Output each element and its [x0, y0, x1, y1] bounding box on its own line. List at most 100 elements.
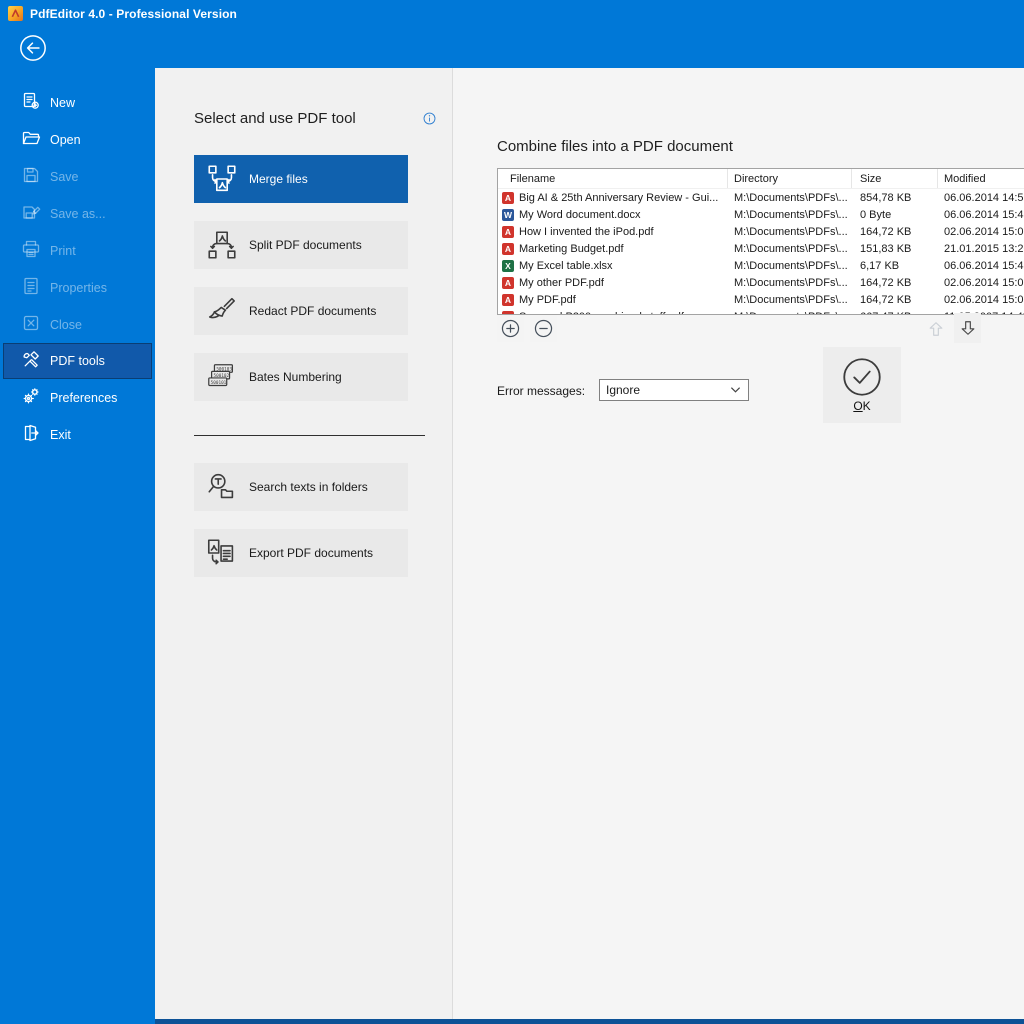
back-button[interactable]: [19, 34, 47, 62]
save-icon: [21, 165, 41, 188]
pdf-file-icon: A: [502, 191, 514, 204]
file-row-my-other-pdf-pdf[interactable]: A My other PDF.pdf M:\Documents\PDFs\... 16…: [498, 274, 1024, 291]
tools-panel-header: Select and use PDF tool: [194, 110, 437, 127]
file-row-scanned-p300-combined-stuff-pdf[interactable]: AScanned P300 combined stuff.pdfM:\Docum…: [498, 308, 1024, 314]
tool-label: Export PDF documents: [249, 546, 374, 560]
move-up-button[interactable]: [923, 315, 949, 342]
cell-directory: M:\Documents\PDFs\...: [734, 293, 848, 306]
pdfeditor-window: PdfEditor 4.0 - Professional Version New…: [0, 0, 1024, 1024]
search-icon: [205, 470, 239, 504]
minus-circle-icon: [534, 319, 553, 338]
move-down-button[interactable]: [954, 313, 981, 343]
cell-modified: 06.06.2014 15:42:: [944, 259, 1024, 272]
cell-modified: 21.01.2015 13:20:: [944, 242, 1024, 255]
sidebar-item-label: Exit: [50, 427, 71, 442]
pdf-file-icon: A: [502, 242, 514, 255]
file-row-my-word-document-docx[interactable]: W My Word document.docx M:\Documents\PDFs\…: [498, 206, 1024, 223]
info-icon[interactable]: [422, 111, 437, 126]
merge-files-panel: Combine files into a PDF document Filena…: [452, 68, 1024, 1019]
sidebar-item-pdf-tools[interactable]: PDF tools: [3, 343, 152, 379]
pdf-tools-icon: [21, 350, 41, 373]
save-as-icon: [21, 202, 41, 225]
merge-icon: [205, 162, 239, 196]
sidebar-item-print[interactable]: Print: [3, 232, 152, 269]
svg-text:500101: 500101: [211, 380, 227, 386]
file-row-how-i-invented-the-ipod-pdf[interactable]: A How I invented the iPod.pdf M:\Documents…: [498, 223, 1024, 240]
cell-filename: X My Excel table.xlsx: [498, 259, 728, 272]
exit-icon: [21, 423, 41, 446]
tool-split-pdf-documents[interactable]: Split PDF documents: [194, 221, 408, 269]
sidebar-item-open[interactable]: Open: [3, 121, 152, 158]
error-messages-label: Error messages:: [497, 384, 586, 398]
column-header-directory[interactable]: Directory: [728, 169, 852, 188]
filename-text: My other PDF.pdf: [519, 276, 604, 289]
tool-search-texts-in-folders[interactable]: Search texts in folders: [194, 463, 408, 511]
sidebar-item-label: New: [50, 95, 76, 110]
tool-label: Bates Numbering: [249, 370, 342, 384]
cell-directory: M:\Documents\PDFs\...: [734, 259, 848, 272]
file-table-header: Filename Directory Size Modified: [498, 169, 1024, 189]
tool-list-secondary: Search texts in folders Export PDF docume…: [194, 463, 452, 577]
tool-bates-numbering[interactable]: 500103 500102 500101 Bates Numbering: [194, 353, 408, 401]
column-header-size[interactable]: Size: [852, 169, 938, 188]
sidebar-item-exit[interactable]: Exit: [3, 416, 152, 453]
cell-directory: M:\Documents\PDFs\...: [734, 242, 848, 255]
file-row-my-pdf-pdf[interactable]: A My PDF.pdf M:\Documents\PDFs\... 164,72 K…: [498, 291, 1024, 308]
export-icon: [205, 536, 239, 570]
filename-text: How I invented the iPod.pdf: [519, 225, 654, 238]
tool-redact-pdf-documents[interactable]: Redact PDF documents: [194, 287, 408, 335]
file-row-my-excel-table-xlsx[interactable]: X My Excel table.xlsx M:\Documents\PDFs\..…: [498, 257, 1024, 274]
cell-size: 6,17 KB: [860, 259, 900, 272]
sidebar-item-preferences[interactable]: Preferences: [3, 379, 152, 416]
cell-modified: 06.06.2014 15:41:: [944, 208, 1024, 221]
sidebar-item-close[interactable]: Close: [3, 306, 152, 343]
cell-size: 0 Byte: [860, 208, 892, 221]
filename-text: Big AI & 25th Anniversary Review - Gui..…: [519, 191, 719, 204]
pdf-app-logo-icon: [8, 6, 23, 21]
tool-label: Redact PDF documents: [249, 304, 377, 318]
open-icon: [21, 128, 41, 151]
sidebar-item-save-as[interactable]: Save as...: [3, 195, 152, 232]
filename-text: Marketing Budget.pdf: [519, 242, 624, 255]
file-row-big-ai-25th-anniversary-review-gui[interactable]: A Big AI & 25th Anniversary Review - Gui.…: [498, 189, 1024, 206]
pdf-file-icon: A: [502, 293, 514, 306]
close-icon: [21, 313, 41, 336]
sidebar-menu: New Open Save Save as... Print Properties Clos…: [0, 84, 155, 453]
column-header-filename[interactable]: Filename: [498, 169, 728, 188]
column-header-modified[interactable]: Modified: [938, 169, 1024, 188]
tool-label: Split PDF documents: [249, 238, 362, 252]
sidebar-item-save[interactable]: Save: [3, 158, 152, 195]
sidebar-item-label: Save as...: [50, 206, 106, 221]
cell-size: 151,83 KB: [860, 242, 912, 255]
sidebar-item-label: Properties: [50, 280, 107, 295]
file-table: Filename Directory Size Modified A Big AI & …: [497, 168, 1024, 315]
back-arrow-icon: [20, 35, 46, 61]
filename-text: My Word document.docx: [519, 208, 641, 221]
cell-modified: 06.06.2014 14:59:: [944, 191, 1024, 204]
split-icon: [205, 228, 239, 262]
sidebar-item-new[interactable]: New: [3, 84, 152, 121]
file-table-body: A Big AI & 25th Anniversary Review - Gui.…: [498, 189, 1024, 314]
word-file-icon: W: [502, 208, 514, 221]
file-row-marketing-budget-pdf[interactable]: A Marketing Budget.pdf M:\Documents\PDFs\.…: [498, 240, 1024, 257]
sidebar-item-properties[interactable]: Properties: [3, 269, 152, 306]
error-messages-dropdown[interactable]: Ignore: [599, 379, 749, 401]
preferences-icon: [21, 386, 41, 409]
cell-filename: A My PDF.pdf: [498, 293, 728, 306]
tool-label: Merge files: [249, 172, 308, 186]
sidebar-item-label: Save: [50, 169, 79, 184]
tool-merge-files[interactable]: Merge files: [194, 155, 408, 203]
ok-button-label: OK: [853, 399, 871, 413]
ok-button[interactable]: OK: [823, 347, 901, 423]
bottom-border: [155, 1019, 1024, 1024]
cell-modified: 02.06.2014 15:02:: [944, 225, 1024, 238]
tools-divider: [194, 435, 425, 436]
sidebar-item-label: Preferences: [50, 390, 118, 405]
remove-file-button[interactable]: [530, 315, 557, 342]
cell-size: 164,72 KB: [860, 293, 912, 306]
add-file-button[interactable]: [497, 315, 524, 342]
sidebar-item-label: Close: [50, 317, 82, 332]
cell-modified: 02.06.2014 15:02:: [944, 293, 1024, 306]
tools-panel: Select and use PDF tool Merge files Split…: [155, 68, 452, 1019]
tool-export-pdf-documents[interactable]: Export PDF documents: [194, 529, 408, 577]
